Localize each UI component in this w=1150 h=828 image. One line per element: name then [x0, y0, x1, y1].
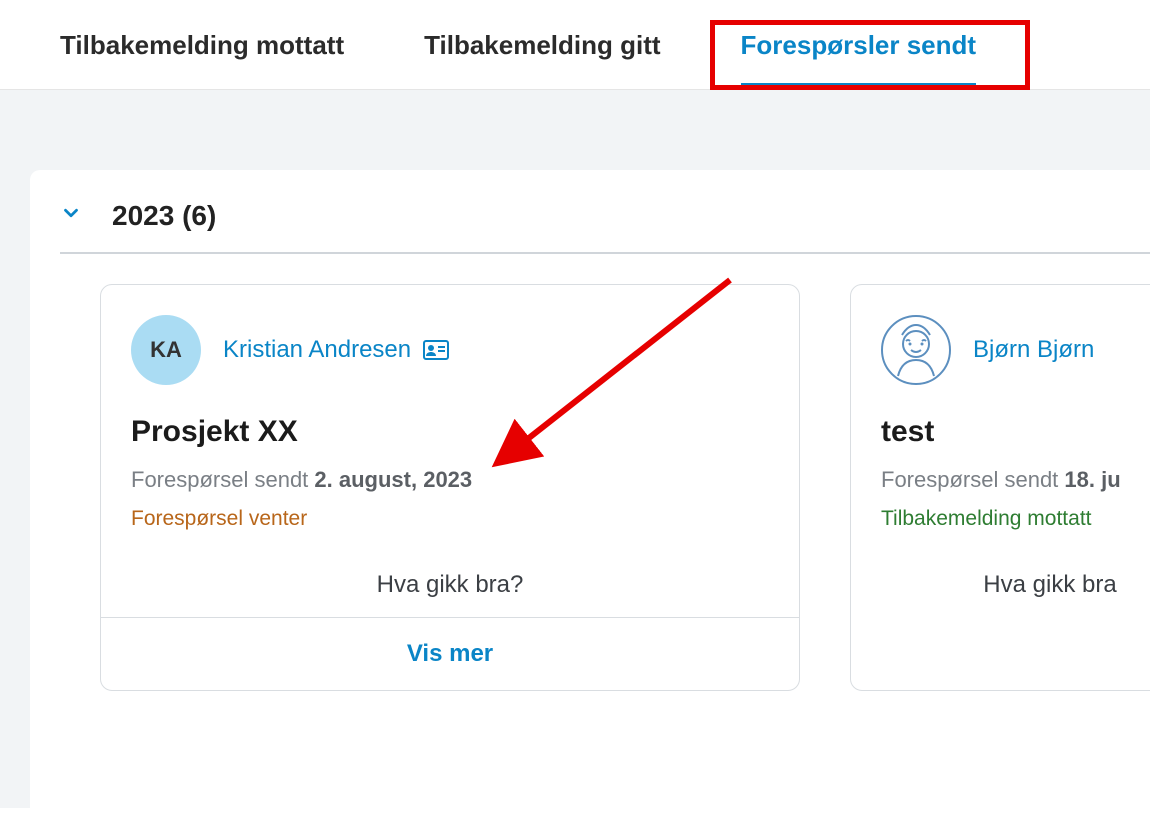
card-body: test Forespørsel sendt 18. ju Tilbakemel…	[851, 395, 1150, 541]
tab-feedback-given[interactable]: Tilbakemelding gitt	[424, 30, 660, 69]
show-more-link[interactable]: Vis mer	[407, 640, 493, 667]
chevron-down-icon[interactable]	[60, 202, 82, 230]
tabs-bar: Tilbakemelding mottatt Tilbakemelding gi…	[0, 0, 1150, 90]
card-title: test	[881, 415, 1150, 449]
section-panel: 2023 (6) KA Kristian Andresen	[30, 170, 1150, 808]
tab-feedback-received[interactable]: Tilbakemelding mottatt	[60, 30, 344, 69]
sent-prefix: Forespørsel sendt	[131, 467, 314, 492]
card-question: Hva gikk bra	[851, 541, 1150, 617]
sent-prefix: Forespørsel sendt	[881, 467, 1064, 492]
content-area: 2023 (6) KA Kristian Andresen	[0, 90, 1150, 808]
sent-date: 2. august, 2023	[314, 467, 472, 492]
request-card[interactable]: KA Kristian Andresen	[100, 284, 800, 691]
card-question: Hva gikk bra?	[101, 541, 799, 617]
sent-date-line: Forespørsel sendt 18. ju	[881, 467, 1150, 493]
tab-requests-sent[interactable]: Forespørsler sendt	[741, 30, 977, 69]
status-badge: Forespørsel venter	[131, 507, 769, 531]
person-name-link[interactable]: Kristian Andresen	[223, 336, 449, 364]
person-name-text: Bjørn Bjørn	[973, 336, 1094, 364]
id-card-icon	[423, 340, 449, 360]
section-title: 2023 (6)	[112, 200, 216, 232]
avatar: KA	[131, 315, 201, 385]
cards-row: KA Kristian Andresen	[60, 254, 1150, 691]
person-name-text: Kristian Andresen	[223, 336, 411, 364]
card-body: Prosjekt XX Forespørsel sendt 2. august,…	[101, 395, 799, 541]
sent-date: 18. ju	[1064, 467, 1120, 492]
status-badge: Tilbakemelding mottatt	[881, 507, 1150, 531]
card-footer: Vis mer	[101, 617, 799, 690]
sent-date-line: Forespørsel sendt 2. august, 2023	[131, 467, 769, 493]
section-header[interactable]: 2023 (6)	[60, 170, 1150, 254]
card-header: KA Kristian Andresen	[101, 285, 799, 395]
person-name-link[interactable]: Bjørn Bjørn	[973, 336, 1094, 364]
avatar	[881, 315, 951, 385]
card-title: Prosjekt XX	[131, 415, 769, 449]
request-card[interactable]: Bjørn Bjørn test Forespørsel sendt 18. j…	[850, 284, 1150, 691]
card-header: Bjørn Bjørn	[851, 285, 1150, 395]
